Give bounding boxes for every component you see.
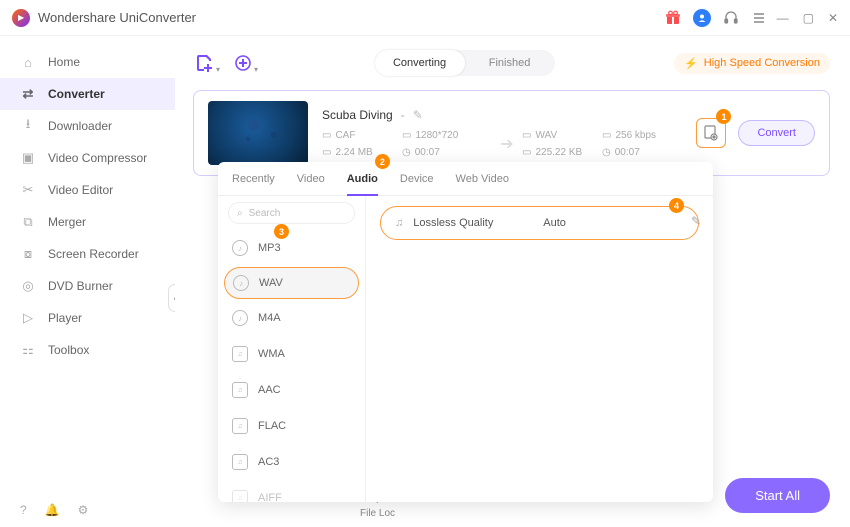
bolt-icon: ⚡: [684, 57, 698, 70]
sidebar-item-compressor[interactable]: ▣Video Compressor: [0, 142, 175, 174]
tab-finished[interactable]: Finished: [465, 50, 555, 76]
titlebar: Wondershare UniConverter — ▢ ✕: [0, 0, 850, 36]
audio-icon: ♫: [232, 346, 248, 362]
audio-icon: ♫: [232, 454, 248, 470]
format-icon: ▭: [522, 130, 531, 141]
sidebar-item-dvd[interactable]: ◎DVD Burner: [0, 270, 175, 302]
clock-icon: ◷: [402, 147, 411, 158]
headset-icon[interactable]: [723, 10, 739, 26]
format-list: ⌕ Search ♪MP3 3 ♪WAV ♪M4A ♫WMA ♫AAC ♫FLA…: [218, 196, 366, 502]
play-icon: ▷: [20, 310, 36, 326]
format-mp3[interactable]: ♪MP3 3: [218, 230, 365, 266]
audio-icon: ♫: [232, 382, 248, 398]
audio-icon: ♪: [232, 240, 248, 256]
format-search[interactable]: ⌕ Search: [228, 202, 355, 224]
close-button[interactable]: ✕: [828, 11, 838, 25]
convert-button[interactable]: Convert: [738, 120, 815, 146]
dd-tab-recently[interactable]: Recently: [232, 162, 275, 195]
search-icon: ⌕: [237, 208, 243, 219]
bell-icon[interactable]: 🔔: [45, 503, 60, 517]
add-url-button[interactable]: ▾: [231, 51, 255, 75]
format-wma[interactable]: ♫WMA: [218, 336, 365, 372]
add-file-button[interactable]: ▾: [193, 51, 217, 75]
scissors-icon: ✂: [20, 182, 36, 198]
format-wav[interactable]: ♪WAV: [224, 267, 359, 299]
format-m4a[interactable]: ♪M4A: [218, 300, 365, 336]
sidebar-item-merger[interactable]: ⧉Merger: [0, 206, 175, 238]
output-settings-button[interactable]: 1: [696, 118, 726, 148]
sidebar-item-toolbox[interactable]: ⚏Toolbox: [0, 334, 175, 366]
format-aiff[interactable]: ♫AIFF: [218, 480, 365, 502]
arrow-right-icon: ➔: [492, 134, 522, 154]
audio-icon: ♫: [232, 490, 248, 502]
format-flac[interactable]: ♫FLAC: [218, 408, 365, 444]
tab-converting[interactable]: Converting: [375, 50, 465, 76]
high-speed-toggle[interactable]: ⚡ High Speed Conversion: [674, 53, 830, 74]
res-icon: ▭: [402, 130, 411, 141]
sidebar-item-downloader[interactable]: ⭳Downloader: [0, 110, 175, 142]
sidebar: ⌂Home ⇄Converter ⭳Downloader ▣Video Comp…: [0, 36, 175, 527]
format-aac[interactable]: ♫AAC: [218, 372, 365, 408]
dd-tab-video[interactable]: Video: [297, 162, 325, 195]
chevron-down-icon: ▾: [254, 65, 258, 74]
rate-icon: ▭: [602, 130, 611, 141]
chevron-down-icon: ▾: [216, 65, 220, 74]
grid-icon: ⚏: [20, 342, 36, 358]
merge-icon: ⧉: [20, 214, 36, 230]
size-icon: ▭: [522, 147, 531, 158]
dd-tab-device[interactable]: Device: [400, 162, 434, 195]
sidebar-item-recorder[interactable]: ⧇Screen Recorder: [0, 238, 175, 270]
sidebar-item-home[interactable]: ⌂Home: [0, 46, 175, 78]
audio-icon: ♪: [233, 275, 249, 291]
sidebar-item-editor[interactable]: ✂Video Editor: [0, 174, 175, 206]
home-icon: ⌂: [20, 55, 36, 70]
file-thumbnail[interactable]: [208, 101, 308, 165]
edit-quality-icon[interactable]: ✎: [691, 214, 701, 228]
audio-icon: ♪: [232, 310, 248, 326]
file-title: Scuba Diving: [322, 108, 393, 122]
convert-icon: ⇄: [20, 86, 36, 102]
download-icon: ⭳: [20, 115, 36, 137]
audio-icon: ♫: [232, 418, 248, 434]
clock-icon: ◷: [602, 147, 611, 158]
step-1-badge: 1: [716, 109, 731, 124]
record-icon: ⧇: [20, 246, 36, 262]
edit-title-icon[interactable]: ✎: [413, 108, 423, 122]
step-3-badge: 3: [274, 224, 289, 239]
step-4-badge: 4: [669, 198, 684, 213]
quality-option[interactable]: ♫ Lossless Quality Auto 4: [380, 206, 699, 240]
settings-icon[interactable]: ⚙: [78, 503, 89, 517]
format-icon: ▭: [322, 130, 331, 141]
format-ac3[interactable]: ♫AC3: [218, 444, 365, 480]
step-2-badge: 2: [375, 154, 390, 169]
sidebar-item-player[interactable]: ▷Player: [0, 302, 175, 334]
compress-icon: ▣: [20, 150, 36, 166]
tab-segment: Converting Finished: [375, 50, 555, 76]
music-icon: ♫: [395, 217, 403, 229]
disc-icon: ◎: [20, 278, 36, 294]
minimize-button[interactable]: —: [777, 11, 789, 25]
sidebar-item-converter[interactable]: ⇄Converter: [0, 78, 175, 110]
start-all-button[interactable]: Start All: [725, 478, 830, 513]
dd-tab-webvideo[interactable]: Web Video: [456, 162, 509, 195]
gift-icon[interactable]: [665, 10, 681, 26]
user-avatar[interactable]: [693, 9, 711, 27]
hamburger-icon[interactable]: [751, 10, 767, 26]
size-icon: ▭: [322, 147, 331, 158]
dd-tab-audio[interactable]: Audio 2: [347, 162, 378, 195]
help-icon[interactable]: ?: [20, 503, 27, 517]
app-title: Wondershare UniConverter: [38, 10, 196, 25]
maximize-button[interactable]: ▢: [803, 11, 814, 25]
app-logo: [12, 9, 30, 27]
format-dropdown: Recently Video Audio 2 Device Web Video …: [218, 162, 713, 502]
